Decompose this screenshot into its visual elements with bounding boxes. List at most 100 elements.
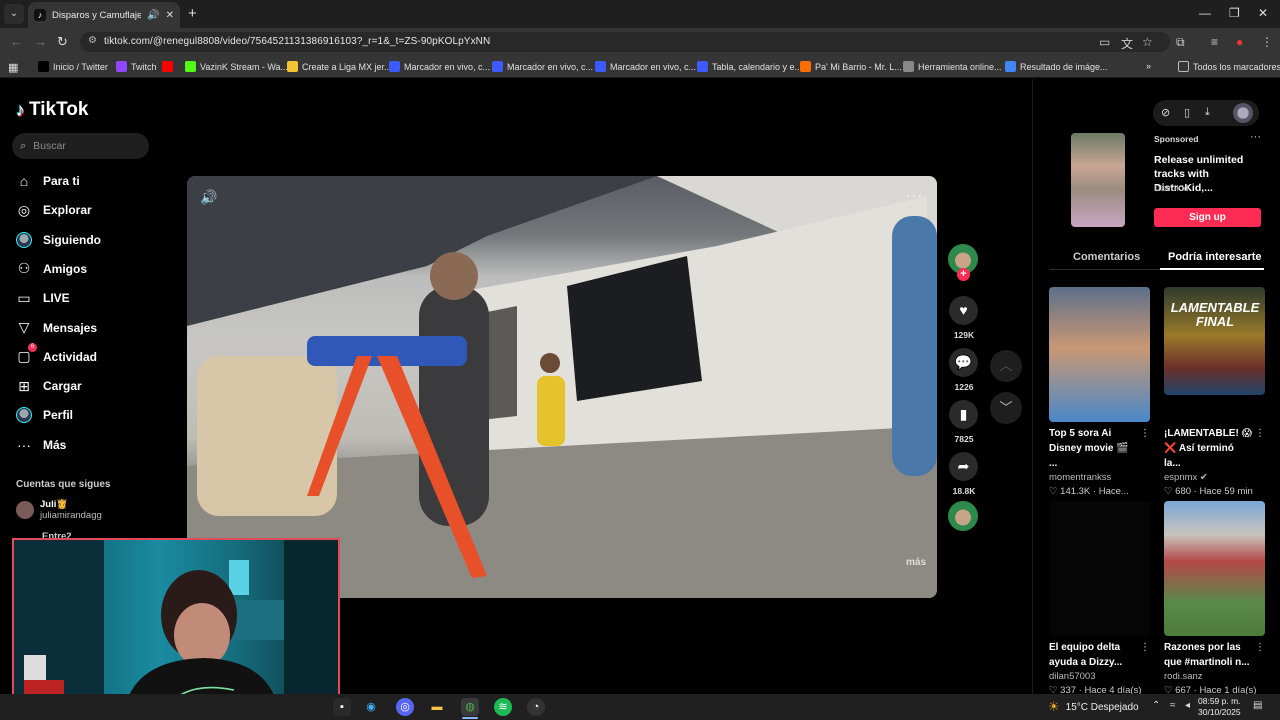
- suggested-video-card[interactable]: ⋮ El equipo delta ayuda a Dizzy... dilan…: [1049, 501, 1150, 696]
- sidebar-item-actividad[interactable]: ▢ 6 Actividad: [16, 342, 156, 367]
- weather-widget[interactable]: ☀ 15°C Despejado: [1048, 699, 1139, 715]
- site-icon: [389, 61, 400, 72]
- tab-audio-icon[interactable]: 🔊: [147, 10, 159, 21]
- bookmark-item[interactable]: Tabla, calendario y e...: [697, 61, 802, 72]
- apps-icon[interactable]: ▦: [8, 61, 18, 74]
- sidebar-item-amigos[interactable]: ⚇ Amigos: [16, 259, 156, 279]
- taskbar-app-icon[interactable]: ▪: [333, 698, 351, 716]
- bookmark-item[interactable]: [162, 61, 173, 72]
- bookmark-item[interactable]: Pa' Mi Barrio - Mr. L...: [800, 61, 902, 72]
- card-more-icon[interactable]: ⋮: [1140, 642, 1150, 653]
- sidebar-item-para-ti[interactable]: ⌂ Para ti: [16, 171, 156, 191]
- ad-signup-button[interactable]: Sign up: [1154, 208, 1261, 227]
- card-more-icon[interactable]: ⋮: [1255, 642, 1265, 653]
- spotify-icon[interactable]: ≋: [494, 698, 512, 716]
- translate-icon[interactable]: 文: [1121, 35, 1133, 52]
- volume-icon[interactable]: 🔊: [200, 189, 217, 206]
- sidebar-item-mensajes[interactable]: ▽ Mensajes: [16, 318, 156, 338]
- like-icon[interactable]: ♥: [949, 296, 978, 325]
- ad-more-icon[interactable]: ···: [1250, 131, 1261, 143]
- tiktok-logo[interactable]: ♪ TikTok: [16, 99, 88, 121]
- volume-tray-icon[interactable]: ◂: [1185, 700, 1190, 711]
- avatar[interactable]: [1233, 103, 1253, 123]
- profile-icon[interactable]: ●: [1236, 35, 1243, 49]
- sidebar-item-más[interactable]: ··· Más: [16, 435, 156, 455]
- sidebar-item-perfil[interactable]: Perfil: [16, 405, 156, 425]
- browser-menu-icon[interactable]: ⋮: [1261, 35, 1273, 49]
- ad-thumbnail[interactable]: [1071, 133, 1125, 227]
- thumbnail-text: LAMENTABLE FINAL: [1170, 300, 1260, 329]
- share-count: 18.8K: [952, 486, 976, 496]
- video-player[interactable]: [187, 176, 937, 598]
- bookmark-item[interactable]: Twitch: [116, 61, 157, 72]
- discord-icon[interactable]: ◎: [396, 698, 414, 716]
- bookmark-item[interactable]: Marcador en vivo, c...: [389, 61, 490, 72]
- search-input[interactable]: ⌕ Buscar: [12, 133, 149, 159]
- bookmark-item[interactable]: Resultado de imáge...: [1005, 61, 1108, 72]
- bookmark-item[interactable]: Herramienta online...: [903, 61, 1002, 72]
- edge-icon[interactable]: ◉: [362, 698, 380, 716]
- new-tab-button[interactable]: +: [188, 5, 197, 22]
- back-icon[interactable]: ←: [10, 34, 23, 49]
- caption-more-link[interactable]: más: [906, 557, 926, 568]
- bookmark-item[interactable]: Marcador en vivo, c...: [595, 61, 696, 72]
- cast-icon[interactable]: ▭: [1099, 35, 1110, 49]
- notifications-icon[interactable]: ▤: [1253, 700, 1262, 711]
- sidebar-item-live[interactable]: ▭ LIVE: [16, 288, 156, 308]
- media-icon[interactable]: ≡: [1211, 35, 1218, 49]
- bookmarks-overflow-icon[interactable]: »: [1146, 61, 1151, 71]
- video-more-icon[interactable]: ···: [906, 187, 923, 203]
- window-close-icon[interactable]: ✕: [1258, 6, 1268, 20]
- forward-icon[interactable]: →: [34, 34, 47, 49]
- coins-icon[interactable]: ⊘: [1161, 106, 1170, 119]
- sidebar-item-cargar[interactable]: ⊞ Cargar: [16, 376, 156, 396]
- previous-video-icon[interactable]: ︿: [990, 350, 1022, 382]
- follow-plus-icon[interactable]: +: [957, 268, 970, 281]
- bookmark-item[interactable]: Create a Liga MX jer...: [287, 61, 392, 72]
- site-info-icon[interactable]: ⚙: [88, 35, 97, 46]
- suggested-video-card[interactable]: ⋮ Top 5 sora Ai Disney movie 🎬 ... momen…: [1049, 287, 1150, 497]
- download-icon[interactable]: ⤓: [1205, 106, 1210, 119]
- restore-icon[interactable]: ❐: [1229, 6, 1240, 20]
- chrome-icon[interactable]: ◍: [461, 698, 479, 716]
- card-meta: ♡ 141.3K · Hace...: [1049, 486, 1129, 497]
- bookmark-star-icon[interactable]: ☆: [1142, 35, 1153, 49]
- bookmark-icon[interactable]: ▮: [949, 400, 978, 429]
- sidebar-item-explorar[interactable]: ◎ Explorar: [16, 200, 156, 220]
- sound-disc-icon[interactable]: [948, 501, 978, 531]
- video-thumbnail: [1164, 501, 1265, 636]
- bookmark-item[interactable]: Marcador en vivo, c...: [492, 61, 593, 72]
- following-account[interactable]: Juli👸 juliamirandagg: [16, 499, 102, 521]
- all-bookmarks[interactable]: Todos los marcadores: [1178, 61, 1280, 72]
- sidebar-item-siguiendo[interactable]: Siguiendo: [16, 230, 156, 250]
- tab-suggested[interactable]: Podría interesarte: [1168, 251, 1262, 263]
- browser-tab-active[interactable]: ♪ Disparos y Camuflajes: Con 🔊 ✕: [28, 2, 180, 28]
- card-more-icon[interactable]: ⋮: [1255, 428, 1265, 439]
- file-explorer-icon[interactable]: ▬: [428, 698, 446, 716]
- device-icon[interactable]: ▯: [1184, 106, 1190, 119]
- card-more-icon[interactable]: ⋮: [1140, 428, 1150, 439]
- system-clock[interactable]: 08:59 p. m. 30/10/2025: [1198, 696, 1241, 718]
- video-thumbnail: [1049, 501, 1150, 636]
- share-icon[interactable]: ➦: [949, 452, 978, 481]
- tab-search-icon[interactable]: ⌄: [4, 4, 24, 24]
- comment-icon[interactable]: 💬: [949, 348, 978, 377]
- bookmark-label: Twitch: [131, 61, 157, 72]
- suggested-video-card[interactable]: ⋮ Razones por las que #martinoli n... ro…: [1164, 501, 1265, 696]
- tab-close-icon[interactable]: ✕: [166, 10, 174, 21]
- reload-icon[interactable]: ↻: [57, 34, 68, 50]
- upload-icon: ⊞: [18, 377, 30, 394]
- bookmark-label: Resultado de imáge...: [1020, 61, 1108, 72]
- obs-icon[interactable]: ◔: [527, 698, 545, 716]
- bookmark-label: Marcador en vivo, c...: [507, 61, 594, 72]
- address-bar[interactable]: ⚙ tiktok.com/@renegul8808/video/75645211…: [80, 32, 1170, 52]
- bookmark-item[interactable]: Inicio / Twitter: [38, 61, 108, 72]
- minimize-icon[interactable]: —: [1199, 6, 1211, 20]
- next-video-icon[interactable]: ﹀: [990, 392, 1022, 424]
- wifi-icon[interactable]: ≈: [1170, 700, 1176, 711]
- extensions-icon[interactable]: ⧉: [1176, 35, 1185, 50]
- suggested-video-card[interactable]: LAMENTABLE FINAL ⋮ ¡LAMENTABLE! 😱 ❌ Así …: [1164, 287, 1265, 497]
- tray-chevron-icon[interactable]: ⌃: [1152, 700, 1160, 711]
- bookmark-item[interactable]: VazinK Stream - Wa...: [185, 61, 288, 72]
- tab-comments[interactable]: Comentarios: [1073, 251, 1140, 263]
